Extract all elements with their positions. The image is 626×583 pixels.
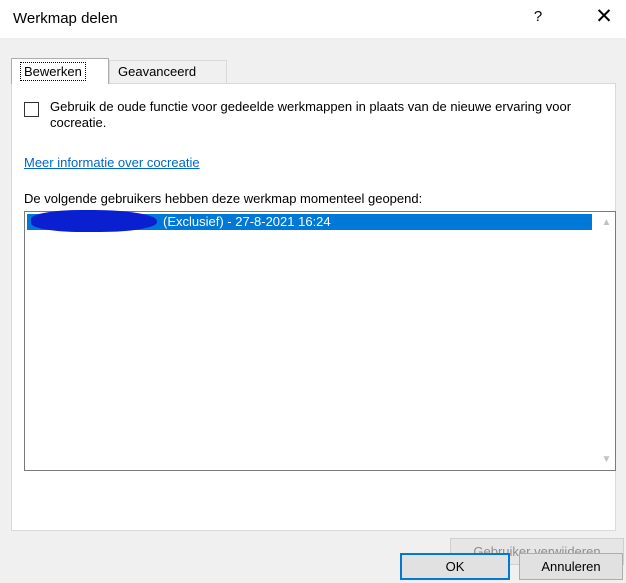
vertical-scrollbar[interactable]: ▲ ▼ (598, 212, 615, 470)
redacted-username (31, 210, 157, 232)
list-item[interactable]: (Exclusief) - 27-8-2021 16:24 (27, 210, 592, 232)
legacy-sharing-label[interactable]: Gebruik de oude functie voor gedeelde we… (50, 99, 590, 131)
tab-geavanceerd-label: Geavanceerd (118, 64, 197, 79)
users-list-label: De volgende gebruikers hebben deze werkm… (24, 191, 423, 206)
tab-panel: Gebruik de oude functie voor gedeelde we… (11, 83, 624, 565)
ok-button[interactable]: OK (400, 553, 510, 580)
help-icon[interactable]: ? (528, 8, 548, 25)
tab-bewerken[interactable]: Bewerken (11, 58, 109, 84)
tab-geavanceerd[interactable]: Geavanceerd (109, 60, 227, 83)
title-bar: Werkmap delen ? ✕ (0, 0, 626, 38)
legacy-sharing-checkbox[interactable] (24, 102, 39, 117)
dialog-body: Bewerken Geavanceerd Gebruik de oude fun… (0, 38, 626, 583)
users-listbox[interactable]: (Exclusief) - 27-8-2021 16:24 ▲ ▼ (24, 210, 616, 471)
cancel-button[interactable]: Annuleren (519, 553, 623, 580)
window-title: Werkmap delen (13, 10, 118, 27)
coauthoring-info-link[interactable]: Meer informatie over cocreatie (24, 155, 200, 170)
list-item-text: (Exclusief) - 27-8-2021 16:24 (163, 214, 331, 229)
scroll-up-icon[interactable]: ▲ (598, 214, 615, 231)
close-icon[interactable]: ✕ (592, 4, 616, 30)
scroll-down-icon[interactable]: ▼ (598, 451, 615, 468)
tab-bewerken-label: Bewerken (20, 62, 86, 81)
